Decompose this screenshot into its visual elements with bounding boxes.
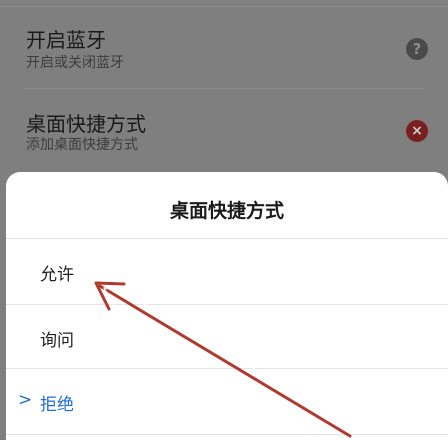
- option-divider: [6, 368, 448, 369]
- setting-item-desktop-shortcut[interactable]: 桌面快捷方式 添加桌面快捷方式 ×: [0, 92, 448, 172]
- setting-item-bluetooth[interactable]: 开启蓝牙 开启或关闭蓝牙 ?: [0, 0, 448, 80]
- setting-divider: [24, 88, 424, 89]
- option-ask-label: 询问: [40, 331, 74, 351]
- option-divider: [6, 434, 448, 435]
- sheet-title: 桌面快捷方式: [169, 200, 284, 222]
- setting-title-bluetooth: 开启蓝牙: [26, 28, 106, 52]
- shortcut-permission-sheet: 桌面快捷方式 允许 询问 > 拒绝: [6, 172, 448, 440]
- sheet-title-divider: [6, 238, 448, 239]
- question-circle-icon[interactable]: ?: [406, 38, 428, 60]
- option-allow[interactable]: 允许: [6, 240, 448, 304]
- option-deny-label: 拒绝: [40, 395, 74, 415]
- option-allow-label: 允许: [40, 265, 74, 285]
- selected-chevron-icon: >: [18, 390, 33, 410]
- setting-subtitle-bluetooth: 开启或关闭蓝牙: [26, 55, 124, 71]
- permission-settings-screen: 开启蓝牙 开启或关闭蓝牙 ? 桌面快捷方式 添加桌面快捷方式 × 桌面快捷方式 …: [0, 0, 448, 440]
- setting-subtitle-desktop-shortcut: 添加桌面快捷方式: [26, 137, 138, 153]
- close-circle-icon[interactable]: ×: [406, 120, 428, 142]
- option-ask[interactable]: 询问: [6, 306, 448, 370]
- option-divider: [6, 304, 448, 305]
- option-deny[interactable]: > 拒绝: [6, 370, 448, 434]
- setting-title-desktop-shortcut: 桌面快捷方式: [26, 112, 146, 136]
